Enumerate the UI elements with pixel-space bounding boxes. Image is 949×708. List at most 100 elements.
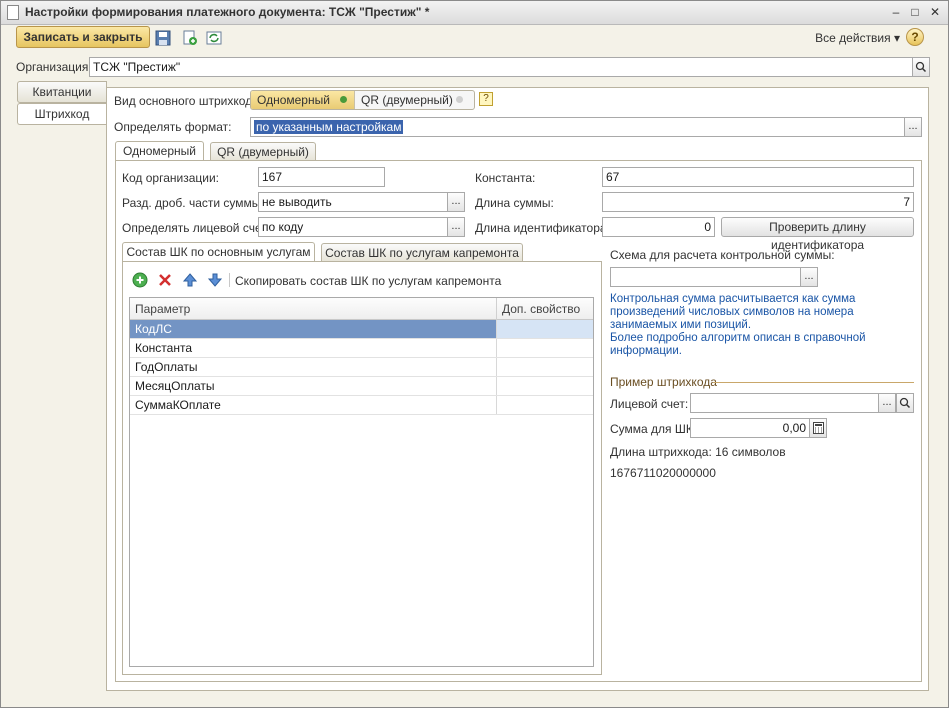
example-account-select-button[interactable]: ... (878, 394, 896, 412)
param-cell[interactable]: МесяцОплаты (130, 377, 497, 395)
tab-main-services[interactable]: Состав ШК по основным услугам (122, 242, 315, 262)
account-field[interactable]: по коду ... (258, 217, 465, 237)
constant-label: Константа: (475, 171, 536, 185)
column-header-param[interactable]: Параметр (130, 298, 497, 320)
constant-field[interactable]: 67 (602, 167, 914, 187)
calculator-button[interactable] (809, 419, 826, 437)
table-row[interactable]: МесяцОплаты (130, 377, 593, 396)
composition-table: Параметр Доп. свойство КодЛС Константа Г… (129, 297, 594, 667)
check-id-length-button[interactable]: Проверить длину идентификатора (721, 217, 914, 252)
search-icon (899, 397, 911, 409)
checksum-select-button[interactable]: ... (800, 268, 817, 286)
barcode-value: 1676711020000000 (610, 466, 716, 480)
param-cell[interactable]: Константа (130, 339, 497, 357)
tab-receipts[interactable]: Квитанции (17, 81, 107, 103)
tab-barcode[interactable]: Штрихкод (17, 103, 107, 125)
extra-cell[interactable] (497, 396, 593, 414)
organization-field[interactable]: ТСЖ "Престиж" (89, 57, 930, 77)
checksum-field[interactable]: ... (610, 267, 818, 287)
document-icon (7, 5, 19, 20)
search-button[interactable] (912, 58, 929, 76)
tab-qr[interactable]: QR (двумерный) (210, 142, 316, 161)
minimize-button[interactable]: – (888, 5, 904, 20)
extra-cell[interactable] (497, 377, 593, 395)
option-1d-label: Одномерный (257, 93, 330, 107)
example-sum-value: 0,00 (782, 421, 806, 435)
extra-cell[interactable] (497, 358, 593, 376)
example-account-search-button[interactable] (896, 394, 913, 412)
checksum-info-line2: Более подробно алгоритм описан в справоч… (610, 332, 866, 357)
org-code-label: Код организации: (122, 171, 219, 185)
move-up-icon[interactable] (182, 272, 198, 288)
selected-dot-icon (340, 96, 347, 103)
delete-icon[interactable] (158, 273, 172, 287)
settings-window: Настройки формирования платежного докуме… (0, 0, 949, 708)
save-icon[interactable] (155, 30, 171, 46)
checksum-info-line1: Контрольная сумма расчитывается как сумм… (610, 293, 856, 331)
table-row[interactable]: Константа (130, 339, 593, 358)
account-value: по коду (262, 220, 304, 234)
hint-icon[interactable]: ? (479, 92, 493, 106)
refresh-icon[interactable] (206, 30, 222, 46)
barcode-length-text: Длина штрихкода: 16 символов (610, 445, 786, 459)
fraction-value: не выводить (262, 195, 332, 209)
fraction-label: Разд. дроб. части суммы: (122, 196, 264, 210)
title-bar: Настройки формирования платежного докуме… (1, 1, 948, 25)
extra-cell[interactable] (497, 320, 593, 338)
format-select-button[interactable]: ... (904, 118, 921, 136)
all-actions-menu[interactable]: Все действия ▾ (815, 31, 900, 45)
option-qr[interactable]: QR (двумерный) (354, 91, 474, 109)
option-qr-label: QR (двумерный) (361, 93, 453, 107)
param-cell[interactable]: СуммаКОплате (130, 396, 497, 414)
param-cell[interactable]: КодЛС (130, 320, 497, 338)
example-group-line (713, 382, 914, 383)
table-header: Параметр Доп. свойство (130, 298, 593, 320)
tab-capital-repair[interactable]: Состав ШК по услугам капремонта (321, 243, 523, 262)
close-button[interactable]: ✕ (927, 5, 943, 20)
checksum-label: Схема для расчета контрольной суммы: (610, 248, 835, 262)
table-row[interactable]: ГодОплаты (130, 358, 593, 377)
toolbar-separator (229, 273, 230, 287)
format-field[interactable]: по указанным настройкам ... (250, 117, 922, 137)
save-and-close-button[interactable]: Записать и закрыть (16, 26, 150, 48)
tab-1d[interactable]: Одномерный (115, 141, 204, 161)
account-label: Определять лицевой счет: (122, 221, 271, 235)
table-row[interactable]: КодЛС (130, 320, 593, 339)
unselected-dot-icon (456, 96, 463, 103)
organization-label: Организация: (16, 60, 92, 74)
id-length-label: Длина идентификатора: (475, 221, 610, 235)
option-1d[interactable]: Одномерный (251, 91, 354, 109)
format-value: по указанным настройкам (254, 120, 404, 134)
barcode-type-toggle[interactable]: Одномерный QR (двумерный) (250, 90, 475, 110)
table-row[interactable]: СуммаКОплате (130, 396, 593, 415)
example-sum-label: Сумма для ШК: (610, 422, 697, 436)
id-length-field[interactable]: 0 (602, 217, 715, 237)
command-bar: Записать и закрыть Все действия ▾ ? (1, 25, 948, 53)
param-cell[interactable]: ГодОплаты (130, 358, 497, 376)
fraction-select-button[interactable]: ... (447, 193, 464, 211)
sum-length-label: Длина суммы: (475, 196, 554, 210)
move-down-icon[interactable] (207, 272, 223, 288)
example-account-field[interactable]: ... (690, 393, 914, 413)
new-copy-icon[interactable] (182, 30, 198, 46)
example-group-title: Пример штрихкода (610, 375, 717, 389)
restore-button[interactable]: □ (907, 5, 923, 20)
barcode-type-label: Вид основного штрихкода: (114, 94, 263, 108)
extra-cell[interactable] (497, 339, 593, 357)
help-button[interactable]: ? (906, 28, 924, 46)
search-icon (915, 61, 927, 73)
format-label: Определять формат: (114, 120, 232, 134)
example-account-label: Лицевой счет: (610, 397, 689, 411)
calculator-icon (812, 422, 824, 434)
account-select-button[interactable]: ... (447, 218, 464, 236)
window-title: Настройки формирования платежного докуме… (25, 5, 430, 19)
sum-length-field[interactable]: 7 (602, 192, 914, 212)
example-sum-field[interactable]: 0,00 (690, 418, 827, 438)
column-header-extra[interactable]: Доп. свойство (497, 298, 593, 320)
org-code-field[interactable]: 167 (258, 167, 385, 187)
organization-value: ТСЖ "Престиж" (93, 60, 181, 74)
checksum-info: Контрольная сумма расчитывается как сумм… (610, 293, 916, 358)
fraction-field[interactable]: не выводить ... (258, 192, 465, 212)
copy-composition-button[interactable]: Скопировать состав ШК по услугам капремо… (235, 274, 501, 288)
add-icon[interactable] (132, 272, 148, 288)
